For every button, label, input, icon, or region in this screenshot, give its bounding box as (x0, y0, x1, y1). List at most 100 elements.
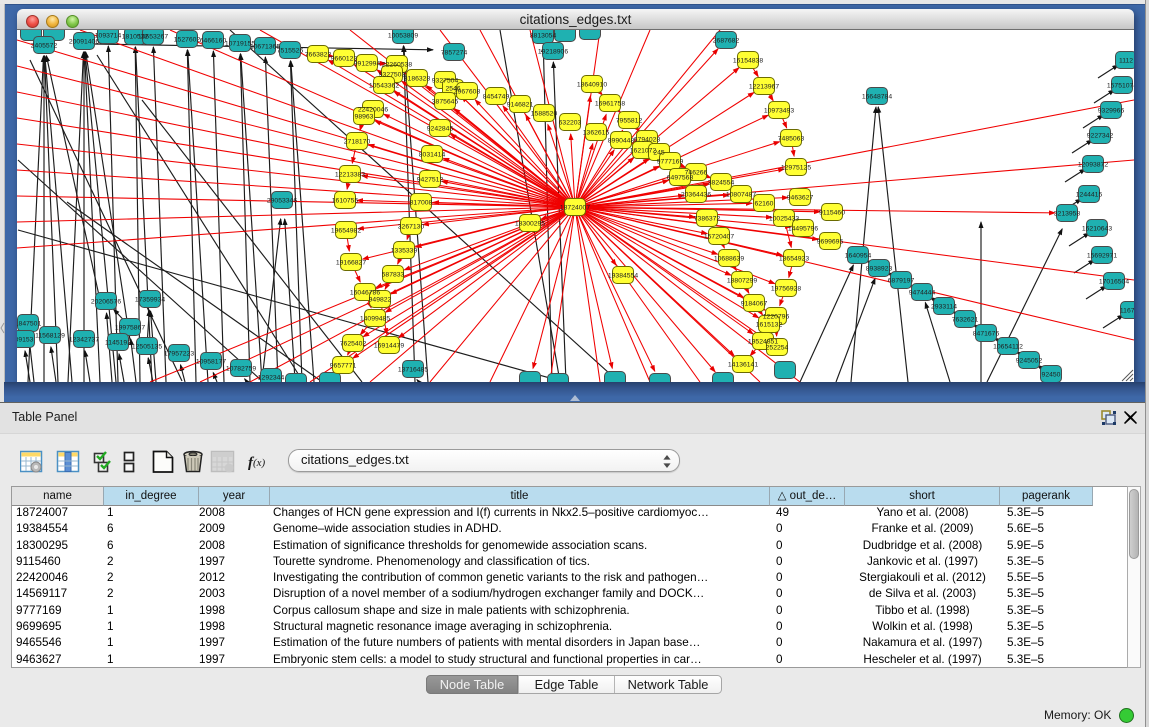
svg-text:587833: 587833 (382, 272, 405, 279)
svg-text:817008: 817008 (410, 200, 433, 207)
svg-text:3875645: 3875645 (432, 99, 459, 106)
svg-text:12213967: 12213967 (749, 84, 779, 91)
svg-text:1640954: 1640954 (845, 253, 872, 260)
svg-text:14495796: 14495796 (788, 226, 818, 233)
svg-text:15692971: 15692971 (1087, 253, 1117, 260)
svg-text:9184067: 9184067 (741, 301, 768, 308)
svg-text:16648784: 16648784 (862, 94, 892, 101)
svg-text:116733: 116733 (1120, 308, 1134, 315)
svg-text:15720407: 15720407 (704, 234, 734, 241)
svg-text:949822: 949822 (369, 297, 392, 304)
svg-text:10025433: 10025433 (769, 216, 799, 223)
svg-text:7515526: 7515526 (277, 48, 304, 55)
svg-text:16210643: 16210643 (1082, 226, 1112, 233)
svg-text:15751074: 15751074 (1107, 83, 1134, 90)
svg-text:20091406: 20091406 (69, 39, 99, 46)
svg-text:9463627: 9463627 (787, 195, 814, 202)
svg-text:6794028: 6794028 (634, 137, 661, 144)
svg-text:9245052: 9245052 (1016, 358, 1043, 365)
svg-text:13716485: 13716485 (398, 367, 428, 374)
svg-text:8938923: 8938923 (866, 266, 893, 273)
svg-text:8990448: 8990448 (608, 138, 635, 145)
svg-text:19654982: 19654982 (331, 228, 361, 235)
svg-text:1615132: 1615132 (756, 322, 783, 329)
svg-text:10688639: 10688639 (714, 256, 744, 263)
svg-text:8031414: 8031414 (419, 152, 446, 159)
svg-text:7857274: 7857274 (441, 50, 468, 57)
svg-text:7632621: 7632621 (952, 317, 979, 324)
svg-text:8186328: 8186328 (404, 76, 431, 83)
svg-text:16154838: 16154838 (733, 58, 763, 65)
svg-text:18807299: 18807299 (727, 278, 757, 285)
svg-text:9115460: 9115460 (819, 210, 845, 217)
svg-text:13654923: 13654923 (779, 256, 809, 263)
svg-text:20364436: 20364436 (681, 192, 711, 199)
svg-text:6497568: 6497568 (667, 175, 694, 182)
svg-text:9329966: 9329966 (1098, 108, 1125, 115)
svg-text:10671365: 10671365 (250, 44, 280, 51)
svg-text:1335339: 1335339 (391, 248, 418, 255)
svg-text:19218906: 19218906 (538, 49, 568, 56)
svg-text:2405572: 2405572 (31, 43, 58, 50)
svg-text:3267130: 3267130 (398, 224, 425, 231)
svg-text:16046786: 16046786 (350, 290, 380, 297)
svg-text:18724007: 18724007 (560, 205, 590, 212)
svg-text:9777169: 9777169 (657, 159, 684, 166)
svg-text:14099485: 14099485 (360, 316, 390, 323)
svg-text:17359934: 17359934 (135, 297, 165, 304)
svg-text:9474444: 9474444 (909, 290, 936, 297)
svg-text:19756928: 19756928 (771, 286, 801, 293)
svg-text:11568129: 11568129 (35, 333, 65, 340)
svg-text:2718170: 2718170 (344, 139, 371, 146)
svg-text:9146821: 9146821 (507, 102, 534, 109)
svg-text:9657771: 9657771 (330, 363, 357, 370)
svg-text:9227342: 9227342 (1087, 133, 1114, 140)
svg-text:3213958: 3213958 (1054, 211, 1081, 218)
svg-text:18640910: 18640910 (577, 82, 607, 89)
svg-text:7625402: 7625402 (340, 341, 367, 348)
svg-text:1093714: 1093714 (95, 33, 122, 40)
svg-text:9699695: 9699695 (817, 239, 844, 246)
svg-text:17957223: 17957223 (164, 351, 194, 358)
svg-text:7386372: 7386372 (694, 216, 721, 223)
svg-text:19384554: 19384554 (608, 273, 638, 280)
svg-text:2967608: 2967608 (454, 89, 481, 96)
svg-text:1220796: 1220796 (763, 314, 790, 321)
svg-text:(x): (x) (253, 457, 266, 469)
svg-text:12975125: 12975125 (781, 165, 811, 172)
svg-text:98963: 98963 (355, 114, 374, 121)
svg-text:9327503: 9327503 (379, 72, 406, 79)
svg-text:16961758: 16961758 (595, 101, 625, 108)
svg-text:1244415: 1244415 (1076, 192, 1103, 199)
svg-text:1527602: 1527602 (174, 37, 201, 44)
svg-text:9327504: 9327504 (432, 78, 459, 85)
svg-text:12093872: 12093872 (1078, 162, 1108, 169)
svg-text:6466160: 6466160 (200, 38, 227, 45)
svg-text:1610755: 1610755 (332, 198, 359, 205)
svg-text:7955812: 7955812 (616, 118, 643, 125)
svg-text:10973493: 10973493 (764, 108, 794, 115)
svg-text:632203: 632203 (559, 120, 582, 127)
svg-text:19975867: 19975867 (115, 325, 145, 332)
svg-text:17016504: 17016504 (1099, 279, 1129, 286)
svg-text:10653267: 10653267 (138, 34, 168, 41)
svg-text:18300295: 18300295 (515, 221, 545, 228)
svg-text:29053346: 29053346 (267, 198, 297, 205)
svg-text:3824554: 3824554 (708, 180, 735, 187)
svg-text:7663822: 7663822 (305, 52, 332, 59)
svg-text:8471676: 8471676 (973, 331, 1000, 338)
svg-text:9242845: 9242845 (427, 126, 454, 133)
svg-text:22420046: 22420046 (358, 107, 388, 114)
svg-text:14136141: 14136141 (728, 362, 758, 369)
svg-text:39153: 39153 (17, 337, 34, 344)
svg-text:1292344: 1292344 (258, 375, 285, 382)
svg-text:7485063: 7485063 (778, 136, 805, 143)
svg-text:9912994: 9912994 (354, 61, 381, 68)
svg-text:245: 245 (653, 150, 665, 157)
svg-text:1588520: 1588520 (531, 111, 558, 118)
svg-text:10543362: 10543362 (369, 83, 399, 90)
svg-text:16914479: 16914479 (374, 343, 404, 350)
svg-text:10807487: 10807487 (726, 192, 756, 199)
svg-text:12505135: 12505135 (132, 344, 162, 351)
svg-text:12342737: 12342737 (69, 337, 99, 344)
